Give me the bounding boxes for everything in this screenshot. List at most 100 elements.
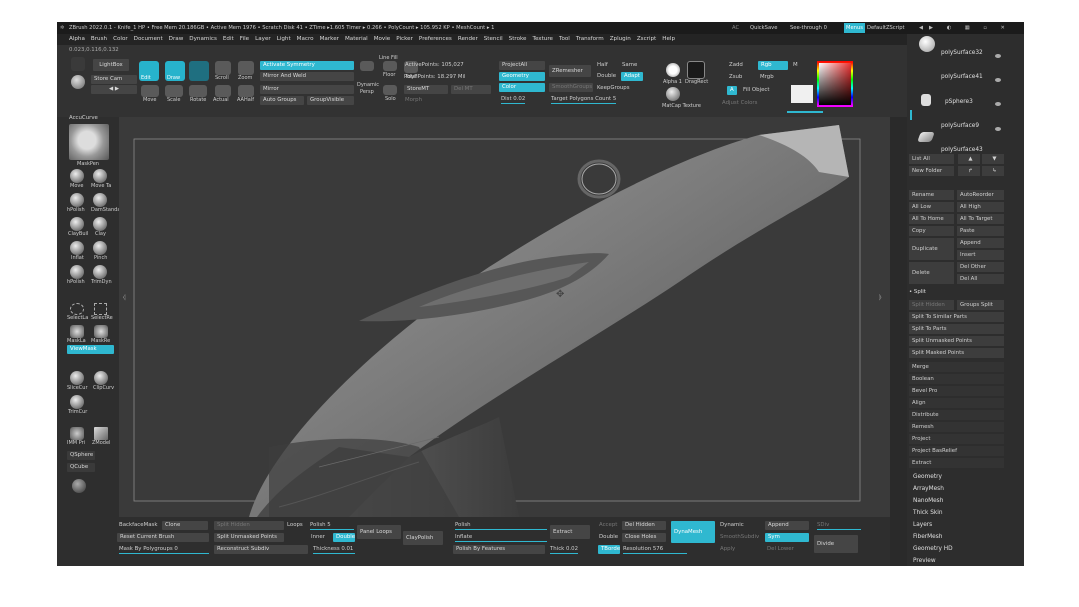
project-menu[interactable]: Project (909, 434, 1004, 444)
actual-button[interactable] (215, 85, 231, 97)
accucurve-button[interactable]: AccuCurve (69, 114, 98, 122)
menu-transform[interactable]: Transform (576, 36, 604, 42)
keepgroups-button[interactable]: KeepGroups (597, 84, 630, 92)
zoom-button[interactable] (238, 61, 254, 75)
layers-menu[interactable]: Layers (913, 522, 932, 528)
subtool-item-0[interactable]: polySurface32 (941, 50, 983, 56)
split-unmasked-points-button[interactable]: Split Unmasked Points (909, 336, 1004, 346)
viewport-collapse-right-icon[interactable]: ⦊ (879, 293, 882, 302)
home-icon[interactable] (71, 57, 85, 71)
menu-stroke[interactable]: Stroke (509, 36, 527, 42)
del-hidden-button[interactable]: Del Hidden (622, 521, 666, 530)
mrgb-button[interactable]: Mrgb (760, 73, 774, 81)
menu-zplugin[interactable]: Zplugin (610, 36, 631, 42)
tborder-button[interactable]: TBorder (598, 545, 620, 554)
groups-split-button[interactable]: Groups Split (957, 300, 1004, 310)
sdiv-slider[interactable]: SDiv (817, 521, 861, 530)
color-project-button[interactable]: Color (499, 83, 545, 92)
split-hidden-button[interactable]: Split Hidden (909, 300, 954, 310)
adjust-colors-button[interactable]: Adjust Colors (722, 99, 757, 107)
distribute-menu[interactable]: Distribute (909, 410, 1004, 420)
move-brush-icon[interactable] (70, 169, 84, 183)
smoothgroups-button[interactable]: SmoothGroups (549, 83, 593, 92)
fibermesh-menu[interactable]: FiberMesh (913, 534, 942, 540)
project-all-button[interactable]: ProjectAll (499, 61, 545, 70)
subtool-thumb-1[interactable] (919, 36, 935, 52)
menu-marker[interactable]: Marker (320, 36, 339, 42)
double-extract-button[interactable]: Double (599, 533, 618, 541)
extract-button[interactable]: Extract (550, 525, 590, 539)
menu-alpha[interactable]: Alpha (69, 36, 85, 42)
arrow-down-right-button[interactable]: ↳ (982, 166, 1004, 176)
preview-menu[interactable]: Preview (913, 558, 936, 564)
subtool-scrollbar[interactable] (910, 110, 912, 120)
ac-button[interactable]: AC (732, 22, 739, 34)
menu-stencil[interactable]: Stencil (484, 36, 503, 42)
groupvisible-button[interactable]: GroupVisible (307, 96, 354, 105)
polish-slider[interactable]: Polish 5 (310, 521, 354, 530)
geometry-hd-menu[interactable]: Geometry HD (913, 546, 953, 552)
eye-icon[interactable] (995, 102, 1001, 106)
default-zscript-button[interactable]: DefaultZScript (867, 22, 905, 34)
del-other-button[interactable]: Del Other (957, 262, 1004, 272)
mirror-button[interactable]: Mirror (260, 85, 354, 94)
menu-draw[interactable]: Draw (169, 36, 184, 42)
menu-file[interactable]: File (240, 36, 249, 42)
autoreorder-button[interactable]: AutoReorder (957, 190, 1004, 200)
thick-slider[interactable]: Thick 0.02 (550, 545, 579, 554)
append-button[interactable]: Append (957, 238, 1004, 248)
menu-help[interactable]: Help (662, 36, 675, 42)
hpolish-brush-icon[interactable] (70, 193, 84, 207)
m-button[interactable]: M (793, 61, 798, 69)
cam-arrows[interactable]: ◀ ▶ (91, 85, 137, 94)
maskrect-icon[interactable] (94, 325, 108, 338)
knife-model[interactable]: ✥ (119, 117, 890, 517)
menu-texture[interactable]: Texture (533, 36, 553, 42)
menu-document[interactable]: Document (134, 36, 163, 42)
del-lower-button[interactable]: Del Lower (767, 545, 794, 553)
qcube-button[interactable]: QCube (67, 463, 95, 472)
move-up-button[interactable]: ▲ (958, 154, 980, 164)
all-to-target-button[interactable]: All To Target (957, 214, 1004, 224)
subtool-item-2[interactable]: pSphere3 (945, 99, 973, 105)
viewmask-button[interactable]: ViewMask (67, 345, 114, 354)
target-polygons-slider[interactable]: Target Polygons Count 5 (551, 95, 617, 104)
menus-button[interactable]: Menus (844, 23, 865, 33)
eye-icon[interactable] (995, 127, 1001, 131)
store-mt-button[interactable]: StoreMT (404, 85, 448, 94)
thickness-slider[interactable]: Thickness 0.01 (313, 545, 355, 554)
split-to-parts-button[interactable]: Split To Parts (909, 324, 1004, 334)
trimcurve-brush-icon[interactable] (70, 395, 84, 409)
zadd-button[interactable]: Zadd (729, 61, 743, 69)
new-folder-button[interactable]: New Folder (909, 166, 954, 176)
store-cam-button[interactable]: Store Cam (91, 75, 137, 84)
menu-brush[interactable]: Brush (91, 36, 107, 42)
del-all-button[interactable]: Del All (957, 274, 1004, 284)
menu-dynamics[interactable]: Dynamics (189, 36, 217, 42)
boolean-menu[interactable]: Boolean (909, 374, 1004, 384)
menu-tool[interactable]: Tool (559, 36, 570, 42)
hpolish2-brush-icon[interactable] (70, 265, 84, 279)
a-button[interactable]: A (727, 86, 737, 95)
nanomesh-menu[interactable]: NanoMesh (913, 498, 943, 504)
fill-object-button[interactable]: Fill Object (743, 86, 769, 94)
zsub-button[interactable]: Zsub (729, 73, 742, 81)
same-button[interactable]: Same (622, 61, 637, 69)
dynamic-button[interactable]: Dynamic (720, 521, 744, 529)
split-section-header[interactable]: • Split (909, 289, 926, 295)
project-basrelief-menu[interactable]: Project BasRelief (909, 446, 1004, 456)
eye-icon[interactable] (995, 54, 1001, 58)
double-shelf-button[interactable]: Double (333, 533, 355, 542)
menu-zscript[interactable]: Zscript (637, 36, 656, 42)
alpha-icon[interactable] (666, 63, 680, 77)
dynamic-persp-button[interactable] (360, 61, 374, 71)
all-high-button[interactable]: All High (957, 202, 1004, 212)
copy-button[interactable]: Copy (909, 226, 954, 236)
close-holes-button[interactable]: Close Holes (622, 533, 666, 542)
rename-button[interactable]: Rename (909, 190, 954, 200)
split-hidden-shelf-button[interactable]: Split Hidden (214, 521, 284, 530)
canvas-viewport[interactable]: ✥ ⦉ ⦊ (119, 117, 890, 517)
merge-menu[interactable]: Merge (909, 362, 1004, 372)
masklasso-icon[interactable] (70, 325, 84, 338)
dist-slider[interactable]: Dist 0.02 (501, 95, 526, 104)
